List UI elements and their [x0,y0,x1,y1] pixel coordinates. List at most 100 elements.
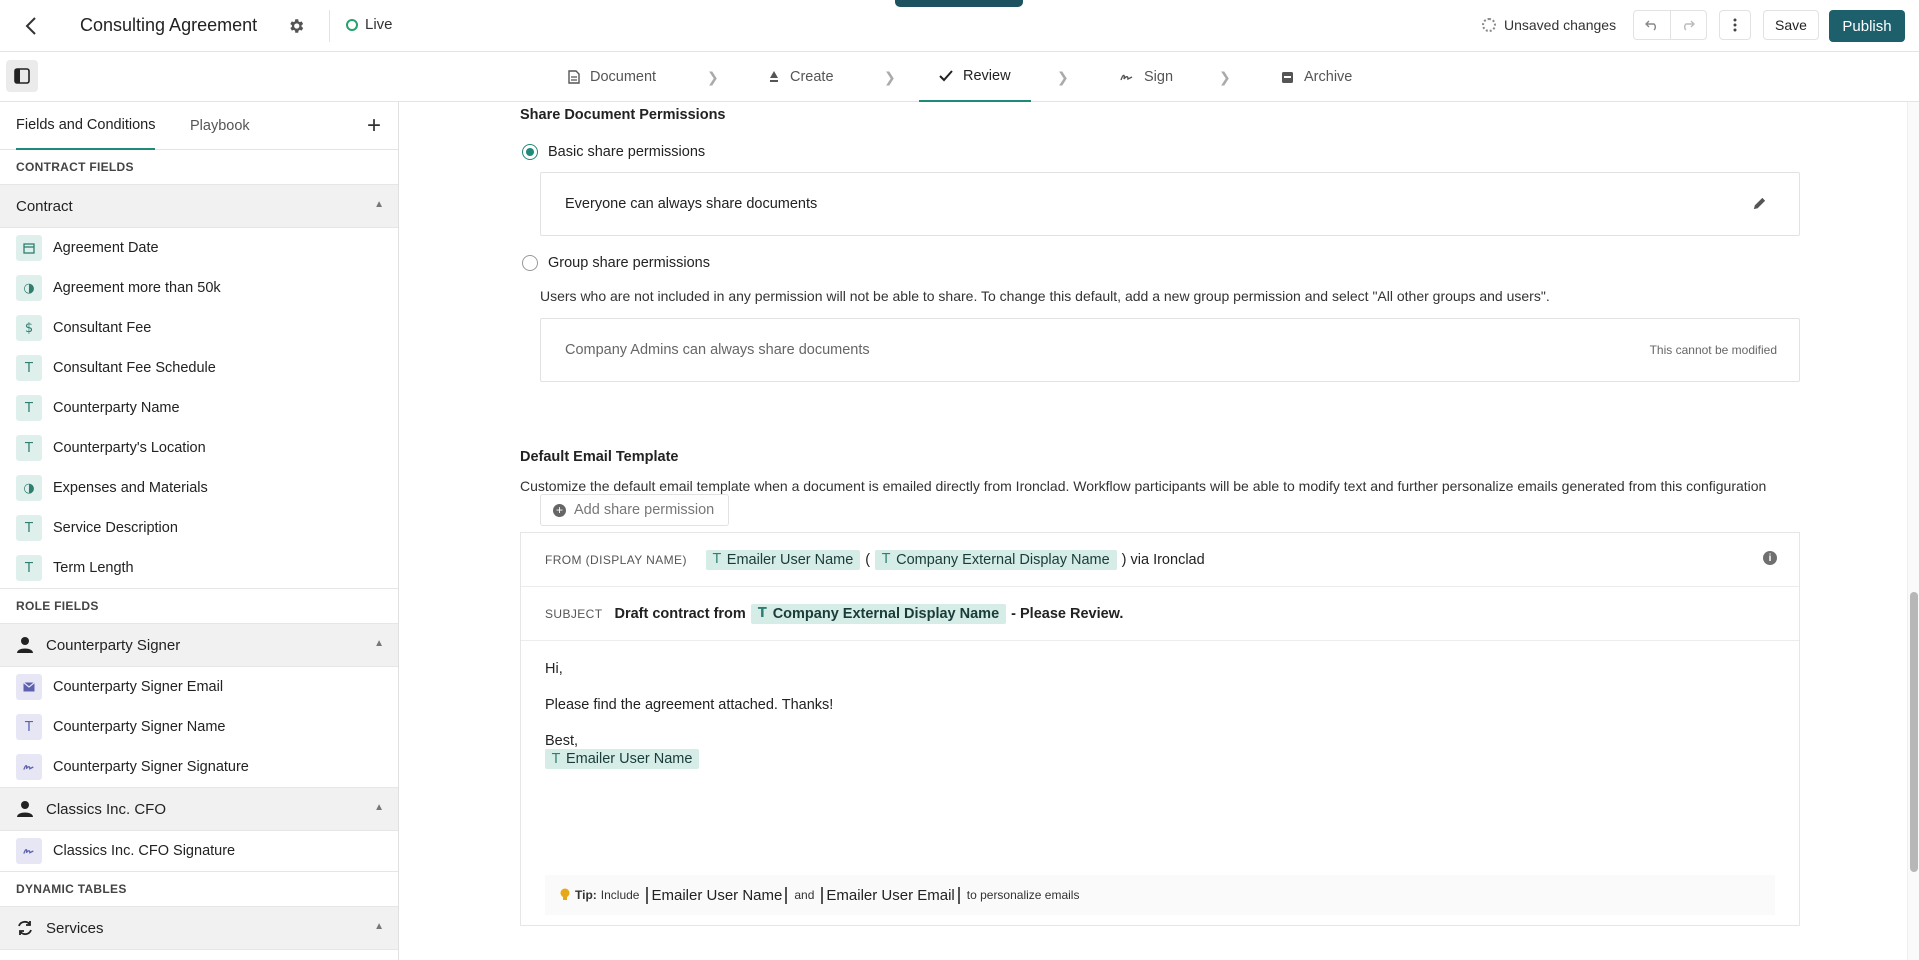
unsaved-indicator: Unsaved changes [1482,17,1616,33]
tab-playbook[interactable]: Playbook [190,102,250,150]
field-item[interactable]: T Consultant Fee Schedule [0,348,398,388]
save-button[interactable]: Save [1763,10,1819,40]
tip-text: and [794,888,815,902]
condition-icon: ◑ [16,275,42,301]
condition-icon: ◑ [16,475,42,501]
redo-icon[interactable] [1669,11,1707,39]
more-options-icon[interactable] [1719,10,1751,40]
text-icon: T [757,606,767,621]
field-item[interactable]: Counterparty Signer Email [0,667,398,707]
tip-token: Emailer User Name [646,886,788,904]
field-label: Counterparty Signer Email [53,679,224,695]
radio-basic-share[interactable]: Basic share permissions [522,144,705,160]
step-document[interactable]: Document [568,52,656,102]
token-chip[interactable]: T Company External Display Name [875,549,1117,570]
email-greeting[interactable]: Hi, [545,661,563,677]
step-label: Document [590,69,657,85]
text-icon: T [16,395,42,421]
section-label-dynamic-tables: DYNAMIC TABLES [16,882,127,896]
scrollbar-thumb[interactable] [1910,592,1918,872]
field-label: Counterparty Signer Signature [53,759,249,775]
main-scrollbar[interactable] [1907,102,1919,960]
group-counterparty-signer[interactable]: Counterparty Signer ▲ [0,623,398,667]
divider [329,10,330,42]
radio-label: Basic share permissions [548,144,706,160]
publish-button[interactable]: Publish [1829,10,1905,42]
email-body-line[interactable]: Please find the agreement attached. Than… [545,697,833,713]
email-signoff[interactable]: Best, [545,733,578,749]
lightbulb-icon [560,888,570,900]
subject-prefix: Draft contract from [614,605,746,622]
group-contract[interactable]: Contract ▲ [0,184,398,228]
live-status: Live [346,16,393,33]
personalize-tip: Tip: Include Emailer User Name and Email… [545,875,1775,915]
text-icon: T [552,751,560,767]
cannot-modify-note: This cannot be modified [1649,343,1777,357]
dollar-icon: $ [16,315,42,341]
add-share-permission-button[interactable]: + Add share permission [540,494,729,526]
group-services[interactable]: Services ▲ [0,906,398,950]
field-item[interactable]: T Service Description [0,508,398,548]
chevron-up-icon[interactable]: ▲ [374,802,384,813]
pencil-icon[interactable] [1749,193,1769,213]
gear-icon[interactable] [285,15,307,37]
email-subject-row[interactable]: SUBJECT Draft contract from T Company Ext… [521,587,1799,641]
signature-icon [1120,74,1133,81]
token-chip[interactable]: T Emailer User Name [545,749,700,769]
field-item[interactable]: T Counterparty Signer Name [0,707,398,747]
step-archive[interactable]: Archive [1281,52,1352,102]
email-signature: T Emailer User Name [545,749,700,769]
tab-fields-and-conditions[interactable]: Fields and Conditions [16,102,156,150]
chevron-up-icon[interactable]: ▲ [374,638,384,649]
panel-toggle-icon[interactable] [6,60,38,92]
step-sign[interactable]: Sign [1120,52,1173,102]
chevron-right-icon: ❯ [707,69,719,85]
chevron-up-icon[interactable]: ▲ [374,921,384,932]
create-icon [770,71,778,82]
section-label-contract-fields: CONTRACT FIELDS [16,160,134,174]
signature-icon [16,838,42,864]
token-chip[interactable]: T Emailer User Name [705,549,861,570]
field-item[interactable]: Agreement Date [0,228,398,268]
field-item[interactable]: Classics Inc. CFO Signature [0,831,398,871]
from-suffix: ) via Ironclad [1121,551,1205,568]
field-item[interactable]: T Counterparty's Location [0,428,398,468]
chevron-up-icon[interactable]: ▲ [374,199,384,210]
field-label: Agreement more than 50k [53,280,221,296]
tip-token: Emailer User Email [821,886,960,904]
info-icon[interactable]: i [1763,551,1777,565]
radio-group-share[interactable]: Group share permissions [522,255,710,271]
group-label: Counterparty Signer [46,636,181,654]
field-item[interactable]: $ Consultant Fee [0,308,398,348]
chip-label: Company External Display Name [772,605,1000,622]
from-label: FROM (DISPLAY NAME) [545,552,687,567]
group-classics-inc-cfo[interactable]: Classics Inc. CFO ▲ [0,787,398,831]
from-paren: ( [865,551,871,568]
document-icon [568,70,580,84]
sync-icon [18,920,32,936]
field-label: Service Description [53,520,178,536]
field-item[interactable]: T Counterparty Name [0,388,398,428]
radio-selected-icon[interactable] [522,144,538,160]
step-review[interactable]: Review [919,52,1031,102]
field-item[interactable]: Counterparty Signer Signature [0,747,398,787]
undo-icon[interactable] [1634,11,1670,39]
field-label: Counterparty's Location [53,440,206,456]
add-field-icon[interactable]: + [362,114,386,138]
field-item[interactable]: ◑ Agreement more than 50k [0,268,398,308]
field-item[interactable]: ◑ Expenses and Materials [0,468,398,508]
subject-label: SUBJECT [545,606,603,621]
token-chip[interactable]: T Company External Display Name [750,603,1007,624]
chevron-right-icon: ❯ [1219,69,1231,85]
back-arrow-icon[interactable] [18,12,44,40]
step-create[interactable]: Create [768,52,834,102]
radio-unselected-icon[interactable] [522,255,538,271]
text-icon: T [16,714,42,740]
field-item[interactable]: T Term Length [0,548,398,588]
group-label: Classics Inc. CFO [46,800,167,818]
rule-text: Everyone can always share documents [565,196,818,212]
top-notch-tab[interactable] [895,0,1023,7]
spinner-icon [1482,18,1496,32]
tip-label: Tip: [575,888,597,902]
chip-label: Company External Display Name [896,551,1110,568]
